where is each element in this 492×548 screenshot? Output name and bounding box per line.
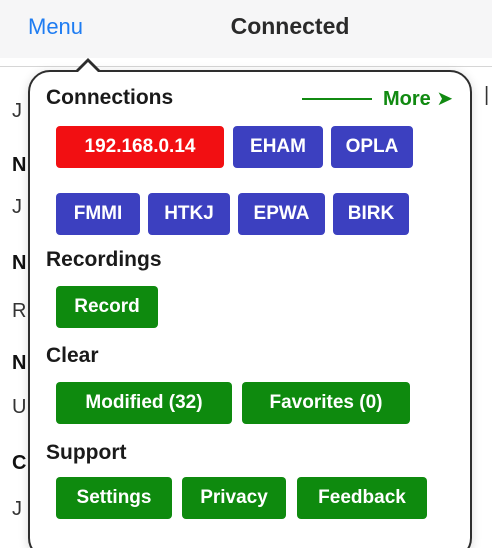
- clear-modified-button[interactable]: Modified (32): [56, 382, 232, 424]
- connection-chip-current[interactable]: 192.168.0.14: [56, 126, 224, 168]
- connection-chip-eham[interactable]: EHAM: [233, 126, 323, 168]
- support-title: Support: [46, 441, 127, 464]
- list-divider-glyph: |: [484, 84, 490, 106]
- list-item[interactable]: N: [12, 154, 26, 177]
- settings-button[interactable]: Settings: [56, 477, 172, 519]
- list-item[interactable]: U: [12, 396, 26, 419]
- connections-title: Connections: [46, 86, 174, 109]
- list-item[interactable]: J: [12, 498, 22, 521]
- more-button[interactable]: More ➤: [383, 86, 453, 111]
- navigation-bar: Menu Connected: [0, 0, 492, 58]
- connection-chip-birk[interactable]: BIRK: [333, 193, 409, 235]
- clear-title: Clear: [46, 344, 99, 367]
- connection-chip-fmmi[interactable]: FMMI: [56, 193, 140, 235]
- list-item[interactable]: R: [12, 300, 26, 323]
- list-item[interactable]: N: [12, 352, 26, 375]
- more-divider-line: [302, 98, 372, 100]
- privacy-button[interactable]: Privacy: [182, 477, 286, 519]
- list-item[interactable]: J: [12, 100, 22, 123]
- clear-favorites-button[interactable]: Favorites (0): [242, 382, 410, 424]
- popover-arrow-fill: [77, 62, 99, 73]
- recordings-title: Recordings: [46, 248, 162, 271]
- record-button[interactable]: Record: [56, 286, 158, 328]
- list-item[interactable]: J: [12, 196, 22, 219]
- list-item[interactable]: N: [12, 252, 26, 275]
- nav-title: Connected: [230, 13, 350, 39]
- connection-chip-htkj[interactable]: HTKJ: [148, 193, 230, 235]
- connection-chip-epwa[interactable]: EPWA: [238, 193, 325, 235]
- connection-chip-opla[interactable]: OPLA: [331, 126, 413, 168]
- list-item[interactable]: C: [12, 452, 26, 475]
- feedback-button[interactable]: Feedback: [297, 477, 427, 519]
